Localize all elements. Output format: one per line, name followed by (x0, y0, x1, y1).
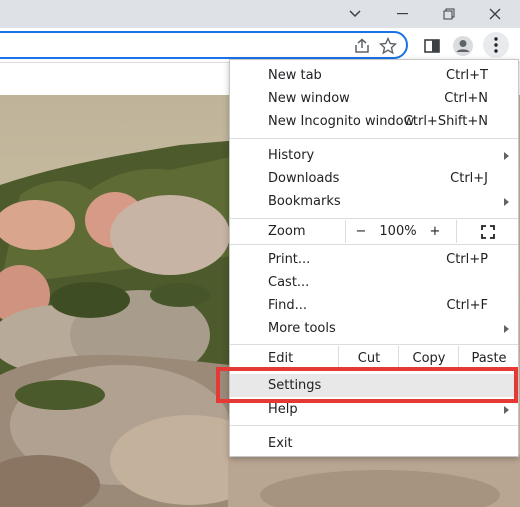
menu-item-cast[interactable]: Cast... (230, 271, 518, 294)
address-bar[interactable] (0, 31, 408, 59)
share-button[interactable] (350, 34, 374, 58)
menu-item-new-tab[interactable]: New tab Ctrl+T (230, 64, 518, 87)
menu-item-label: Exit (268, 436, 293, 451)
fullscreen-icon (481, 224, 495, 239)
menu-item-label: Downloads (268, 171, 340, 186)
menu-item-shortcut: Ctrl+Shift+N (403, 114, 488, 129)
menu-item-exit[interactable]: Exit (230, 432, 518, 455)
tab-search-button[interactable] (332, 0, 378, 28)
more-vert-icon (494, 37, 498, 53)
zoom-level-label: 100% (379, 224, 417, 239)
menu-button[interactable] (483, 32, 509, 58)
copy-label: Copy (412, 350, 446, 366)
menu-divider (230, 244, 518, 245)
menu-item-shortcut: Ctrl+N (444, 91, 488, 106)
menu-item-bookmarks[interactable]: Bookmarks (230, 190, 518, 213)
menu-item-downloads[interactable]: Downloads Ctrl+J (230, 167, 518, 190)
menu-item-history[interactable]: History (230, 144, 518, 167)
menu-item-print[interactable]: Print... Ctrl+P (230, 248, 518, 271)
menu-item-shortcut: Ctrl+F (446, 298, 488, 313)
menu-divider (230, 425, 518, 426)
menu-divider (230, 218, 518, 219)
zoom-level-value: 100% (378, 220, 418, 243)
paste-label: Paste (471, 350, 507, 366)
submenu-arrow-icon (504, 197, 509, 206)
zoom-out-button[interactable]: − (345, 220, 376, 243)
menu-item-label: Zoom (268, 224, 306, 239)
menu-item-shortcut: Ctrl+J (450, 171, 488, 186)
menu-item-label: Print... (268, 252, 311, 267)
menu-item-label: New window (268, 91, 350, 106)
avatar-icon (453, 36, 473, 56)
menu-item-zoom: Zoom − 100% + (230, 220, 518, 243)
share-icon (355, 38, 369, 53)
cut-label: Cut (357, 350, 381, 366)
fullscreen-button[interactable] (456, 220, 519, 243)
submenu-arrow-icon (504, 324, 509, 333)
menu-item-new-incognito-window[interactable]: New Incognito window Ctrl+Shift+N (230, 110, 518, 133)
zoom-in-label: + (429, 224, 441, 239)
profile-button[interactable] (451, 34, 475, 58)
title-bar (0, 0, 520, 28)
close-button[interactable] (472, 0, 518, 28)
bookmark-star-button[interactable] (376, 34, 400, 58)
menu-divider (230, 344, 518, 345)
menu-item-label: Cast... (268, 275, 310, 290)
menu-item-new-window[interactable]: New window Ctrl+N (230, 87, 518, 110)
minimize-button[interactable] (380, 0, 426, 28)
zoom-out-label: − (355, 224, 367, 239)
menu-item-label: Find... (268, 298, 308, 313)
submenu-arrow-icon (504, 151, 509, 160)
menu-item-more-tools[interactable]: More tools (230, 317, 518, 340)
menu-item-shortcut: Ctrl+P (446, 252, 488, 267)
menu-item-find[interactable]: Find... Ctrl+F (230, 294, 518, 317)
menu-divider (230, 138, 518, 139)
menu-item-label: Help (268, 402, 298, 417)
zoom-in-button[interactable]: + (422, 220, 448, 243)
menu-item-label: Edit (268, 350, 294, 366)
side-panel-icon (424, 39, 440, 53)
minimize-icon (397, 13, 408, 15)
close-icon (489, 8, 501, 20)
browser-toolbar (0, 28, 520, 62)
restore-icon (443, 8, 455, 20)
side-panel-button[interactable] (420, 34, 444, 58)
restore-button[interactable] (426, 0, 472, 28)
chevron-down-icon (349, 10, 361, 18)
menu-item-shortcut: Ctrl+T (446, 68, 488, 83)
settings-highlight-box (216, 367, 518, 403)
menu-item-label: New tab (268, 68, 322, 83)
menu-item-label: More tools (268, 321, 336, 336)
menu-item-label: Bookmarks (268, 194, 341, 209)
star-icon (379, 37, 397, 55)
menu-item-label: New Incognito window (268, 114, 415, 129)
menu-item-label: History (268, 148, 315, 163)
submenu-arrow-icon (504, 405, 509, 414)
